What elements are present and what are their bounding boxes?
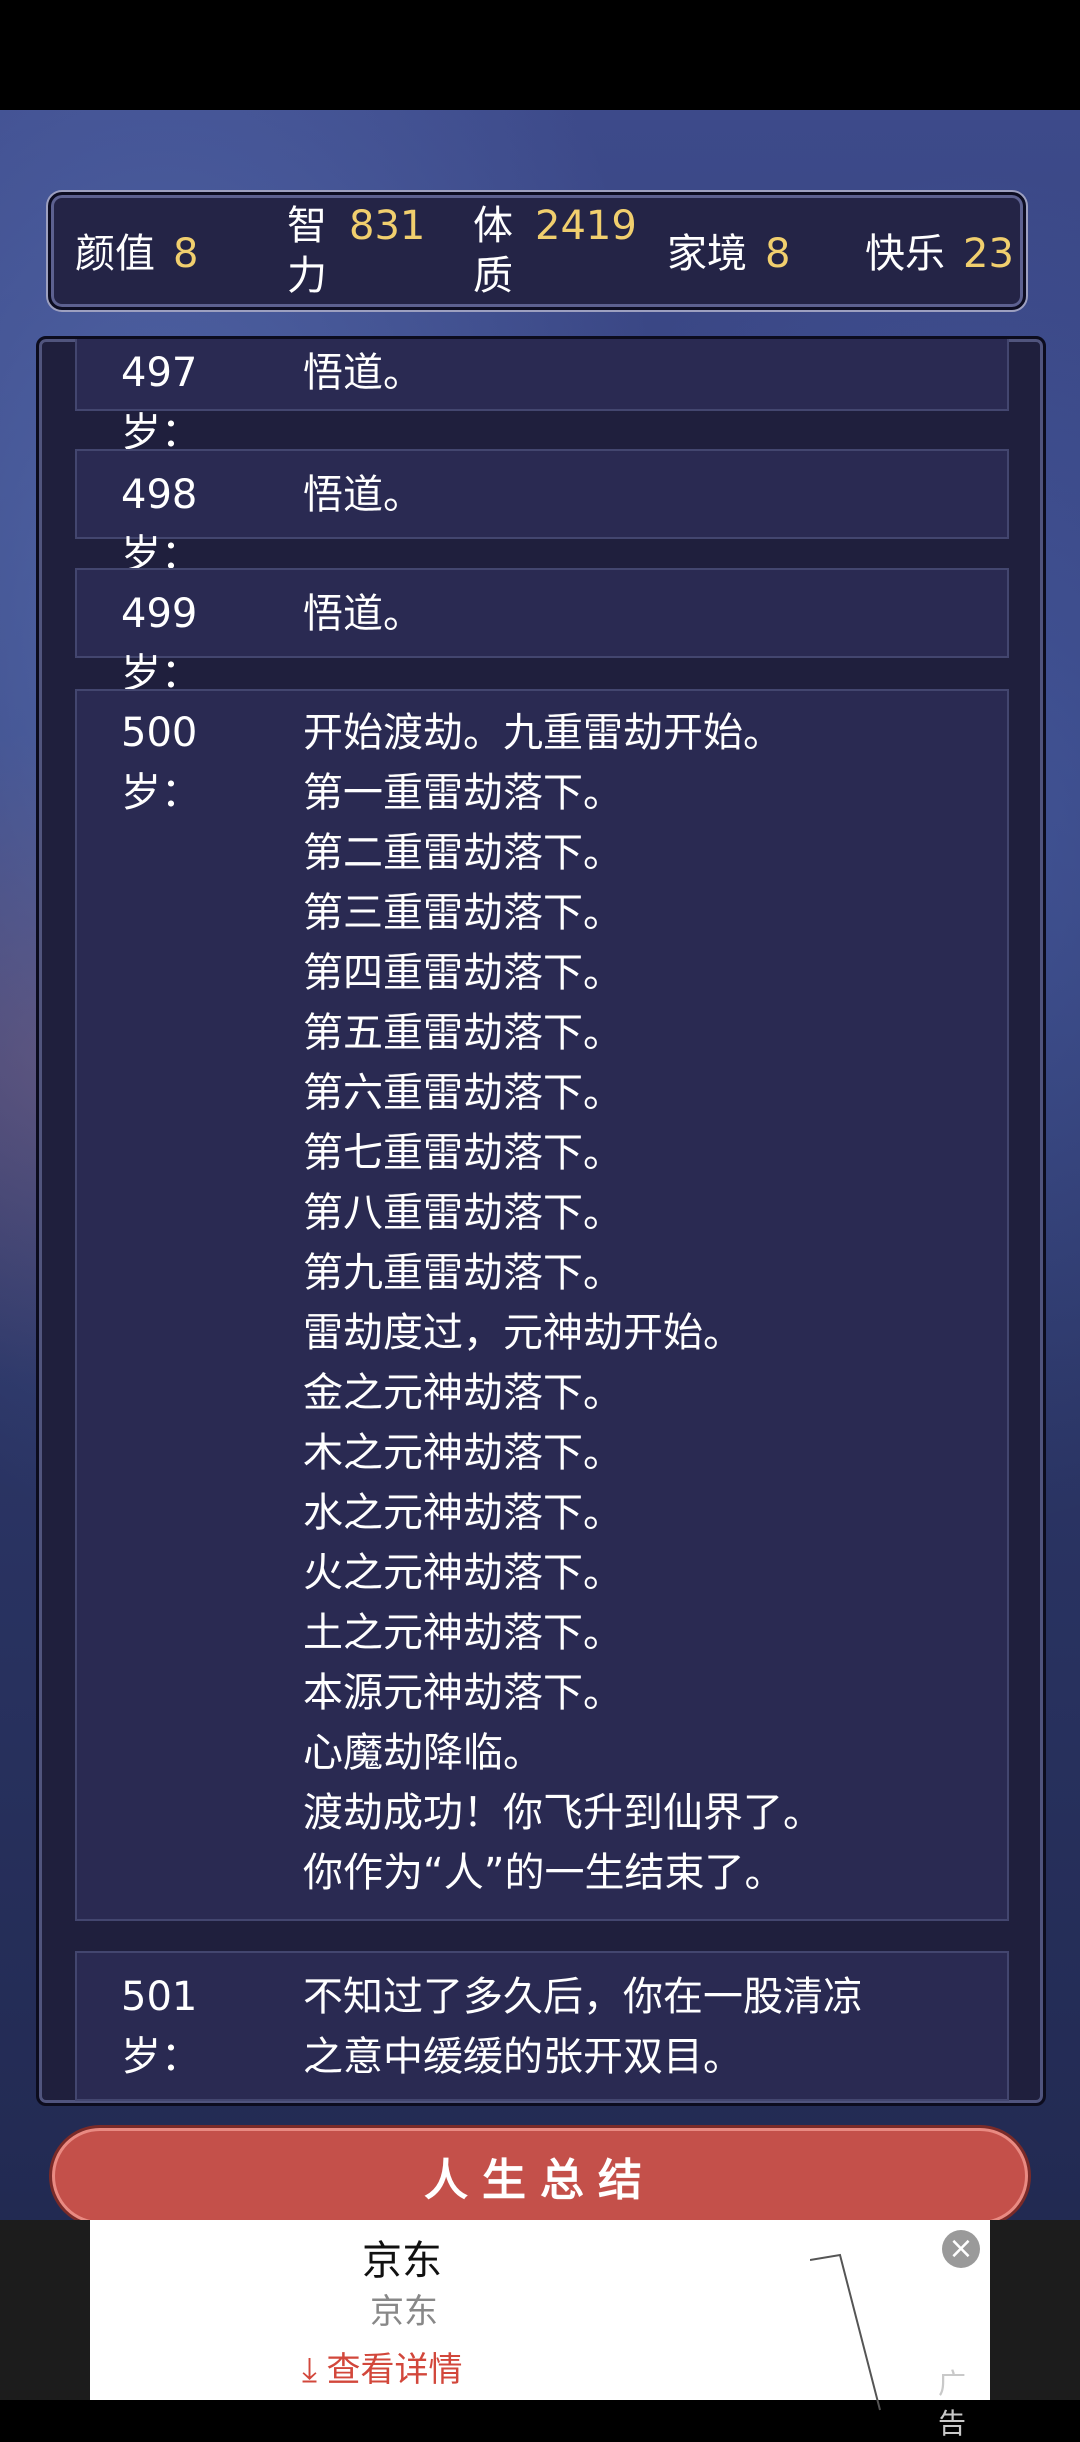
log-line: 第四重雷劫落下。: [303, 950, 623, 996]
ad-banner[interactable]: 京东 京东 ⤓ 查看详情 × 广告: [90, 2220, 990, 2439]
log-age: 498岁：: [121, 472, 201, 578]
ad-subtitle: 京东: [370, 2293, 438, 2331]
log-line: 第六重雷劫落下。: [303, 1070, 623, 1116]
log-line: 心魔劫降临。: [303, 1730, 543, 1776]
stat-label: 智力: [287, 203, 327, 299]
log-age: 500岁：: [121, 710, 201, 816]
log-entry-498: 498岁： 悟道。: [75, 449, 1009, 578]
log-text: 不知过了多久后，你在一股清凉 之意中缓缓的张开双目。: [303, 1967, 987, 2087]
log-line: 土之元神劫落下。: [303, 1610, 623, 1656]
stat-family: 家境 8: [667, 195, 790, 313]
log-line: 不知过了多久后，你在一股清凉: [303, 1974, 863, 2020]
stat-intelligence: 智力 831: [287, 195, 425, 313]
stat-appearance: 颜值 8: [75, 195, 198, 313]
stat-value: 23: [963, 231, 1014, 277]
log-line: 第二重雷劫落下。: [303, 830, 623, 876]
log-text: 悟道。: [303, 584, 987, 644]
log-age: 497岁：: [121, 350, 201, 456]
log-line: 水之元神劫落下。: [303, 1490, 623, 1536]
stat-label: 家境: [667, 231, 747, 277]
stat-value: 8: [765, 231, 791, 277]
stat-value: 2419: [535, 203, 637, 249]
download-arrow-icon: ⤓: [302, 2351, 318, 2389]
ad-banner-area: 京东 京东 ⤓ 查看详情 × 广告: [0, 2220, 1080, 2439]
stat-value: 831: [349, 203, 426, 249]
stat-label: 体质: [473, 203, 513, 299]
life-summary-button[interactable]: 人生总结: [52, 2128, 1028, 2224]
log-entry-497: 497岁： 悟道。: [75, 339, 1009, 456]
log-line: 第九重雷劫落下。: [303, 1250, 623, 1296]
log-line: 开始渡劫。九重雷劫开始。: [303, 710, 783, 756]
attribute-bar: 颜值 8 智力 831 体质 2419 家境 8 快乐 23: [48, 192, 1026, 310]
log-entry-500: 500岁： 开始渡劫。九重雷劫开始。 第一重雷劫落下。 第二重雷劫落下。 第三重…: [75, 689, 1009, 1921]
close-icon[interactable]: ×: [942, 2230, 980, 2268]
log-line: 悟道。: [303, 350, 423, 396]
life-log-panel[interactable]: 497岁： 悟道。 498岁： 悟道。 499岁： 悟道。 500岁： 开始渡劫…: [36, 336, 1046, 2106]
log-age: 501岁：: [121, 1974, 201, 2080]
log-line: 你作为“人”的一生结束了。: [303, 1850, 785, 1896]
log-line: 渡劫成功！你飞升到仙界了。: [303, 1790, 823, 1836]
log-text: 开始渡劫。九重雷劫开始。 第一重雷劫落下。 第二重雷劫落下。 第三重雷劫落下。 …: [303, 703, 987, 1903]
stat-label: 颜值: [75, 231, 155, 277]
ad-decoration-line-icon: [810, 2253, 881, 2411]
log-line: 金之元神劫落下。: [303, 1370, 623, 1416]
ad-details-label: 查看详情: [326, 2351, 463, 2389]
log-entry-499: 499岁： 悟道。: [75, 568, 1009, 697]
ad-label: 广告: [938, 2368, 967, 2439]
log-age: 499岁：: [121, 591, 201, 697]
log-line: 雷劫度过，元神劫开始。: [303, 1310, 743, 1356]
log-line: 第八重雷劫落下。: [303, 1190, 623, 1236]
log-line: 木之元神劫落下。: [303, 1430, 623, 1476]
log-line: 之意中缓缓的张开双目。: [303, 2034, 743, 2080]
log-line: 本源元神劫落下。: [303, 1670, 623, 1716]
log-line: 第七重雷劫落下。: [303, 1130, 623, 1176]
log-line: 悟道。: [303, 591, 423, 637]
log-line: 第一重雷劫落下。: [303, 770, 623, 816]
ad-details-link[interactable]: ⤓ 查看详情: [302, 2342, 462, 2391]
log-entry-501: 501岁： 不知过了多久后，你在一股清凉 之意中缓缓的张开双目。: [75, 1951, 1009, 2101]
log-line: 悟道。: [303, 472, 423, 518]
log-text: 悟道。: [303, 465, 987, 525]
log-line: 第三重雷劫落下。: [303, 890, 623, 936]
stat-happiness: 快乐 23: [865, 195, 1014, 313]
log-line: 火之元神劫落下。: [303, 1550, 623, 1596]
log-text: 悟道。: [303, 343, 987, 403]
stat-value: 8: [173, 231, 199, 277]
stat-constitution: 体质 2419: [473, 195, 637, 313]
stat-label: 快乐: [865, 231, 945, 277]
ad-title: 京东: [362, 2239, 442, 2283]
log-line: 第五重雷劫落下。: [303, 1010, 623, 1056]
